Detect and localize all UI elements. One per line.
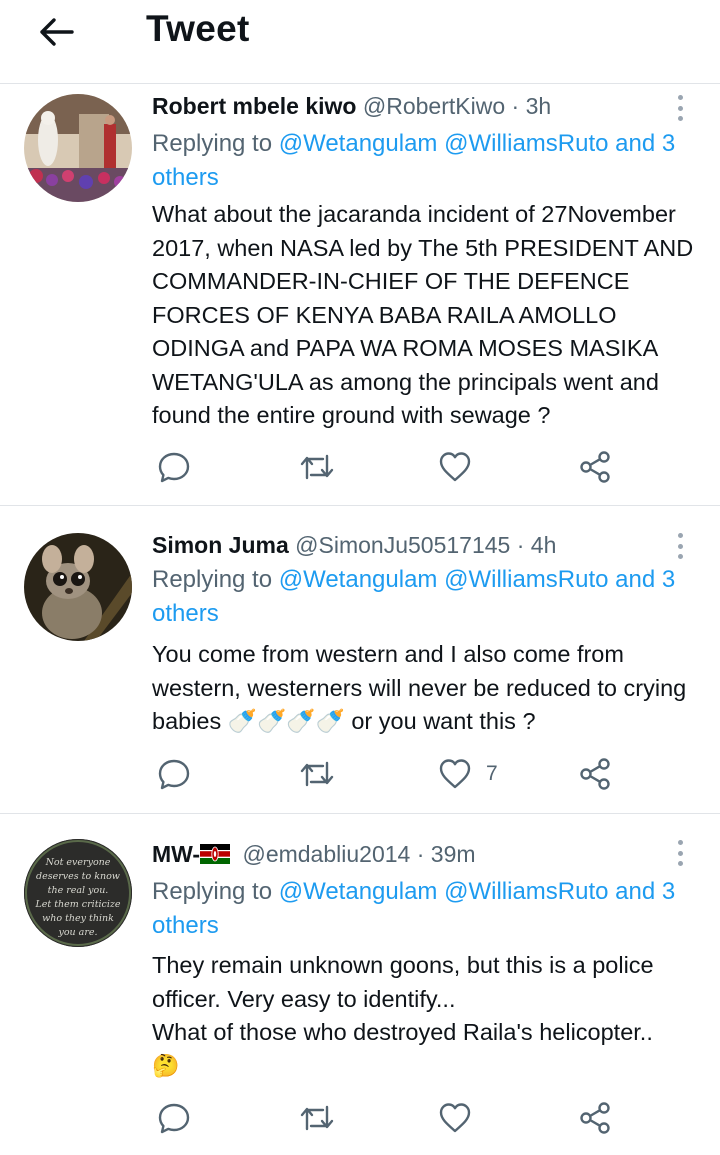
retweet-icon xyxy=(300,454,334,480)
author-name[interactable]: MW- xyxy=(152,841,200,867)
heart-icon xyxy=(439,452,471,482)
tweet-text: What about the jacaranda incident of 27N… xyxy=(152,201,694,428)
mention-link[interactable]: @WilliamsRuto xyxy=(444,878,608,905)
action-bar xyxy=(0,1098,720,1138)
reply-icon xyxy=(158,452,190,483)
tweet-text: You come from western and I also come fr… xyxy=(152,641,687,734)
top-app-bar: Tweet xyxy=(0,0,720,84)
more-dot-icon xyxy=(677,861,683,866)
author-name[interactable]: Simon Juma xyxy=(152,532,289,558)
retweet-button[interactable] xyxy=(298,754,336,794)
action-bar: 7 xyxy=(0,754,720,794)
retweet-icon xyxy=(300,1105,334,1131)
more-dot-icon xyxy=(677,850,683,856)
author-handle: @RobertKiwo xyxy=(362,93,506,119)
thinking-face-emoji: 🤔 xyxy=(152,1053,180,1079)
meta-separator: · xyxy=(516,532,525,558)
reply-button[interactable] xyxy=(157,754,191,794)
timestamp: 4h xyxy=(530,532,557,558)
tweet-text-line: They remain unknown goons, but this is a… xyxy=(152,952,654,1012)
author-handle: @SimonJu50517145 xyxy=(295,532,511,558)
reply-tweet[interactable]: Simon Juma @SimonJu50517145 · 4h Replyin… xyxy=(0,507,720,814)
more-dot-icon xyxy=(677,105,683,111)
retweet-icon xyxy=(300,761,334,787)
replying-to: Replying to @Wetangulam @WilliamsRuto an… xyxy=(152,875,712,943)
more-options-button[interactable] xyxy=(670,838,690,868)
reply-icon xyxy=(158,1103,190,1134)
avatar-quote-line: who they think xyxy=(42,913,114,924)
reply-button[interactable] xyxy=(157,1098,191,1138)
avatar-quote-line: Not everyone xyxy=(45,857,111,868)
more-dot-icon xyxy=(677,543,683,549)
replying-to: Replying to @Wetangulam @WilliamsRuto an… xyxy=(152,563,712,631)
meta-separator: · xyxy=(416,841,425,867)
reply-tweet[interactable]: Not everyone deserves to know the real y… xyxy=(0,815,720,1155)
avatar[interactable]: Not everyone deserves to know the real y… xyxy=(24,839,132,947)
like-button[interactable] xyxy=(438,447,486,487)
tweet-meta: MW- 🇰🇪 @emdabliu2014 · 39m xyxy=(152,841,476,868)
more-dot-icon xyxy=(677,554,683,559)
like-button[interactable]: 7 xyxy=(438,754,498,794)
avatar[interactable] xyxy=(24,94,132,202)
share-button[interactable] xyxy=(578,447,612,487)
share-icon xyxy=(580,1102,610,1134)
replying-prefix: Replying to xyxy=(152,566,279,593)
share-icon xyxy=(580,451,610,483)
page-title: Tweet xyxy=(146,8,250,49)
timestamp: 3h xyxy=(525,93,552,119)
more-dot-icon xyxy=(677,840,683,845)
avatar-quote-line: Let them criticize xyxy=(34,899,120,910)
reply-button[interactable] xyxy=(157,447,191,487)
retweet-button[interactable] xyxy=(298,1098,336,1138)
back-button[interactable] xyxy=(34,12,78,52)
avatar-quote-line: the real you. xyxy=(48,885,109,896)
avatar-quote-line: deserves to know xyxy=(36,871,120,882)
replying-prefix: Replying to xyxy=(152,130,279,157)
more-dot-icon xyxy=(677,533,683,538)
tweet-text: They remain unknown goons, but this is a… xyxy=(152,949,717,1083)
tweet-meta: Robert mbele kiwo @RobertKiwo · 3h xyxy=(152,93,551,120)
tweet-text-line: What of those who destroyed Raila's heli… xyxy=(152,1019,653,1045)
avatar-image xyxy=(24,94,132,202)
reply-tweet[interactable]: Robert mbele kiwo @RobertKiwo · 3h Reply… xyxy=(0,85,720,506)
more-dot-icon xyxy=(677,116,683,121)
author-handle: @emdabliu2014 xyxy=(242,841,411,867)
share-button[interactable] xyxy=(578,754,612,794)
arrow-left-icon xyxy=(40,18,74,46)
mention-link[interactable]: @WilliamsRuto xyxy=(444,130,608,157)
like-button[interactable] xyxy=(438,1098,486,1138)
replying-prefix: Replying to xyxy=(152,878,279,905)
mention-link[interactable]: @WilliamsRuto xyxy=(444,566,608,593)
kenya-flag-icon: 🇰🇪 xyxy=(200,844,231,864)
avatar-image xyxy=(24,533,132,641)
author-name[interactable]: Robert mbele kiwo xyxy=(152,93,356,119)
share-icon xyxy=(580,758,610,790)
more-options-button[interactable] xyxy=(670,531,690,561)
more-options-button[interactable] xyxy=(670,93,690,123)
avatar[interactable] xyxy=(24,533,132,641)
more-dot-icon xyxy=(677,95,683,100)
share-button[interactable] xyxy=(578,1098,612,1138)
retweet-button[interactable] xyxy=(298,447,336,487)
timestamp: 39m xyxy=(430,841,476,867)
mention-link[interactable]: @Wetangulam xyxy=(279,878,438,905)
avatar-image: Not everyone deserves to know the real y… xyxy=(24,839,132,947)
avatar-quote-line: you are. xyxy=(57,927,97,938)
heart-icon xyxy=(439,759,471,789)
replying-to: Replying to @Wetangulam @WilliamsRuto an… xyxy=(152,127,712,195)
action-bar xyxy=(0,447,720,487)
mention-link[interactable]: @Wetangulam xyxy=(279,130,438,157)
meta-separator: · xyxy=(511,93,520,119)
tweet-meta: Simon Juma @SimonJu50517145 · 4h xyxy=(152,532,556,559)
like-count: 7 xyxy=(486,762,498,785)
heart-icon xyxy=(439,1103,471,1133)
reply-icon xyxy=(158,759,190,790)
mention-link[interactable]: @Wetangulam xyxy=(279,566,438,593)
